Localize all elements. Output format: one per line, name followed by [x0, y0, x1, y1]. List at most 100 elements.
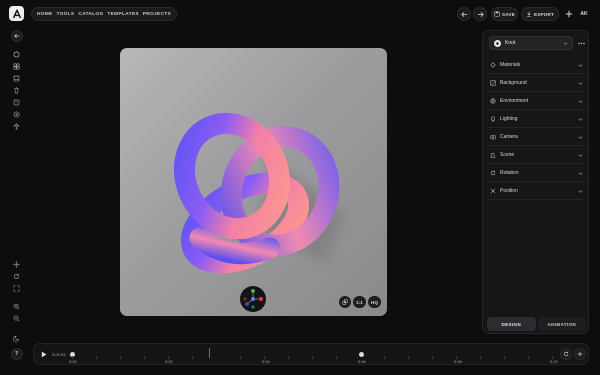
tool-rotate[interactable] — [11, 270, 23, 282]
section-background[interactable]: Background — [488, 75, 585, 92]
grid-icon — [13, 63, 20, 70]
move-icon — [490, 188, 496, 194]
chevron-down-icon — [563, 41, 568, 46]
rotation-icon — [490, 170, 496, 176]
export-label: EXPORT — [533, 11, 555, 17]
back-button[interactable] — [10, 30, 23, 42]
play-button[interactable] — [39, 350, 48, 359]
loop-button[interactable] — [560, 348, 572, 360]
timeline-tick — [336, 356, 337, 359]
quality-button[interactable]: HQ — [368, 296, 381, 308]
help-button[interactable]: ? — [10, 348, 23, 360]
section-label: Rotation — [500, 170, 519, 176]
tool-add[interactable] — [11, 108, 23, 120]
render-canvas[interactable]: 1:1 HQ — [120, 48, 387, 316]
arrow-left-icon — [460, 11, 468, 18]
timeline-playhead[interactable] — [209, 348, 210, 358]
tool-archive[interactable] — [11, 96, 23, 108]
logo-icon — [12, 9, 22, 19]
lamp-icon — [13, 123, 20, 130]
view-toolbar: ? — [9, 258, 24, 360]
tool-move[interactable] — [11, 258, 23, 270]
timeline-keyframe[interactable] — [359, 352, 364, 357]
time-label: 0:04 — [262, 359, 270, 364]
preset-dropdown[interactable]: Knot — [489, 36, 573, 50]
add-button[interactable] — [562, 7, 575, 21]
tool-fit[interactable] — [11, 282, 23, 294]
nav-templates[interactable]: TEMPLATES — [107, 12, 138, 17]
zoom-in-button[interactable] — [11, 300, 23, 312]
timeline-tick — [288, 356, 289, 359]
layers-icon — [342, 299, 348, 305]
camera-icon — [490, 134, 496, 140]
section-scene[interactable]: Scene — [488, 147, 585, 164]
chevron-down-icon — [578, 135, 583, 140]
redo-button[interactable] — [473, 7, 487, 21]
timeline-tick — [504, 356, 505, 359]
arrow-right-icon — [477, 11, 484, 18]
aspect-ratio-button[interactable]: 1:1 — [353, 296, 366, 308]
add-keyframe-button[interactable] — [574, 348, 586, 360]
reset-view-button[interactable] — [339, 296, 351, 308]
timeline-tick — [312, 356, 313, 359]
plus-circle-icon — [13, 111, 20, 118]
archive-icon — [13, 99, 20, 106]
time-label: 0:02 — [165, 359, 173, 364]
user-avatar[interactable]: AK — [577, 7, 591, 21]
tool-lamp[interactable] — [11, 120, 23, 132]
section-label: Materials — [500, 62, 521, 68]
tab-design[interactable]: DESIGN — [487, 317, 536, 331]
timeline-tick — [384, 356, 385, 359]
section-label: Scene — [500, 152, 515, 158]
app-logo[interactable] — [9, 6, 24, 21]
timeline-bar[interactable]: 0:02.93 0:00 0:02 0:04 0:06 0:08 0:10 — [33, 343, 589, 365]
loop-icon — [563, 351, 569, 357]
zoom-in-icon — [13, 303, 20, 310]
time-label: 0:08 — [454, 359, 462, 364]
materials-icon — [490, 62, 496, 68]
help-icon: ? — [14, 351, 19, 357]
theme-toggle[interactable] — [11, 332, 23, 344]
section-label: Lighting — [500, 116, 518, 122]
book-icon — [13, 75, 20, 82]
plus-icon — [577, 351, 583, 357]
arrow-left-icon — [13, 33, 20, 39]
section-label: Background — [500, 80, 527, 86]
time-label: 0:00 — [69, 359, 77, 364]
section-camera[interactable]: Camera — [488, 129, 585, 146]
timeline-tick — [480, 356, 481, 359]
nav-catalog[interactable]: CATALOG — [78, 12, 103, 17]
section-lighting[interactable]: Lighting — [488, 111, 585, 128]
tab-animation[interactable]: ANIMATION — [537, 317, 586, 331]
nav-home[interactable]: HOME — [37, 12, 53, 17]
chevron-down-icon — [578, 189, 583, 194]
more-options-button[interactable] — [576, 37, 586, 49]
export-button[interactable]: EXPORT — [521, 7, 559, 21]
save-icon — [494, 11, 500, 17]
tool-book[interactable] — [11, 72, 23, 84]
tool-shapes[interactable] — [11, 48, 23, 60]
time-label: 0:10 — [550, 359, 558, 364]
left-toolbar — [9, 30, 24, 132]
main-nav: HOME TOOLS CATALOG TEMPLATES PROJECTS — [31, 7, 177, 21]
nav-tools[interactable]: TOOLS — [57, 12, 75, 17]
nav-projects[interactable]: PROJECTS — [143, 12, 171, 17]
undo-button[interactable] — [457, 7, 471, 21]
section-position[interactable]: Position — [488, 183, 585, 200]
section-environment[interactable]: Environment — [488, 93, 585, 110]
axis-gizmo[interactable] — [240, 286, 266, 312]
knot-icon — [494, 39, 501, 47]
properties-panel: Knot Materials Background Environment Li… — [482, 30, 589, 334]
timeline-tick — [144, 356, 145, 359]
moon-icon — [13, 335, 20, 342]
section-rotation[interactable]: Rotation — [488, 165, 585, 182]
section-label: Position — [500, 188, 518, 194]
section-materials[interactable]: Materials — [488, 57, 585, 74]
timeline-tick — [408, 356, 409, 359]
tool-grid[interactable] — [11, 60, 23, 72]
zoom-out-button[interactable] — [11, 312, 23, 324]
tool-delete[interactable] — [11, 84, 23, 96]
save-button[interactable]: SAVE — [491, 7, 518, 21]
chevron-down-icon — [578, 81, 583, 86]
chevron-down-icon — [578, 63, 583, 68]
